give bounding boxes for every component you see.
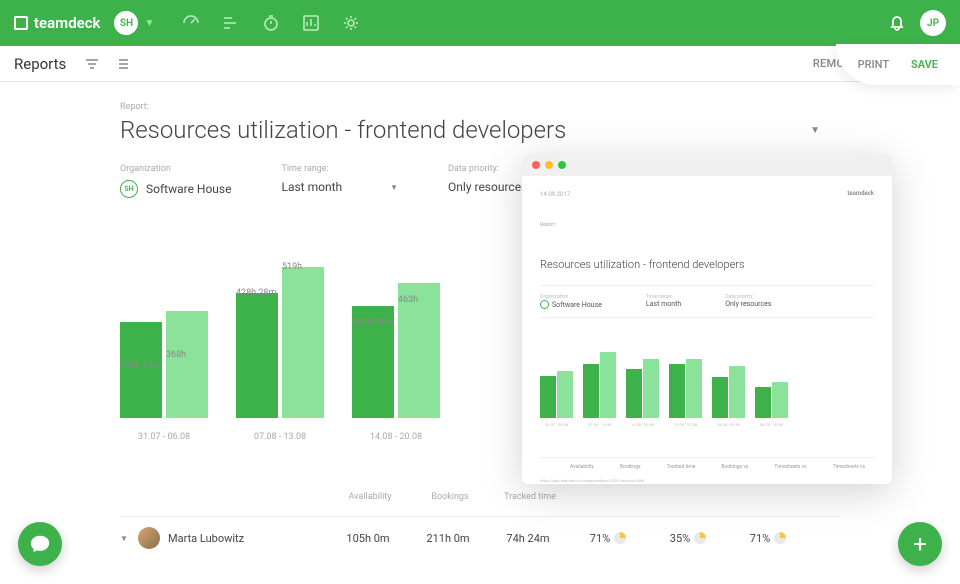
brand-name: teamdeck xyxy=(34,14,100,32)
chart-icon[interactable] xyxy=(302,14,320,32)
filter-label: Time range: xyxy=(281,164,398,174)
td-pct1: 71% xyxy=(568,532,648,545)
pie-icon xyxy=(694,532,706,544)
th-bookings: Bookings xyxy=(410,492,490,502)
save-menu: PRINT SAVE xyxy=(836,44,960,85)
nav-icons xyxy=(182,14,360,32)
logo-icon xyxy=(14,16,28,30)
bell-icon[interactable] xyxy=(888,14,906,32)
preview-body: 14.09.2017 teamdeck Report: Resources ut… xyxy=(522,176,892,497)
td-availability: 105h 0m xyxy=(328,532,408,545)
pie-icon xyxy=(614,532,626,544)
top-bar: teamdeck SH ▼ JP xyxy=(0,0,960,46)
sub-bar: Reports REMOVE EDIT REPORT xyxy=(0,46,960,82)
chevron-down-icon[interactable]: ▼ xyxy=(810,125,820,136)
filter-organization[interactable]: Organization SH Software House xyxy=(120,164,231,198)
org-badge[interactable]: SH xyxy=(114,11,138,35)
report-title-row[interactable]: Resources utilization - frontend develop… xyxy=(120,116,840,144)
xaxis-label: 31.07 - 06.08 xyxy=(120,432,208,442)
pv-brand: teamdeck xyxy=(847,190,874,197)
table-row[interactable]: ▼ Marta Lubowitz 105h 0m 211h 0m 74h 24m… xyxy=(120,516,840,549)
th-availability: Availability xyxy=(330,492,410,502)
bar-dark xyxy=(236,293,278,418)
filter-datapriority[interactable]: Data priority: Only resources xyxy=(448,164,527,198)
window-titlebar[interactable] xyxy=(522,154,892,176)
list-icon[interactable] xyxy=(114,56,130,72)
save-button[interactable]: SAVE xyxy=(911,58,938,71)
brand-logo[interactable]: teamdeck xyxy=(14,14,100,32)
add-button[interactable]: + xyxy=(898,522,942,566)
report-label: Report: xyxy=(120,102,840,112)
filter-timerange[interactable]: Time range: Last month ▼ xyxy=(281,164,398,198)
pv-url: https://app.teamdeck.io/organizations/20… xyxy=(540,478,874,483)
org-value: Software House xyxy=(146,182,231,196)
filter-label: Data priority: xyxy=(448,164,527,174)
bar-group: 330h 20m368h xyxy=(120,311,208,418)
bar-light xyxy=(166,311,208,418)
chat-button[interactable] xyxy=(18,522,62,566)
pv-title: Resources utilization - frontend develop… xyxy=(540,258,874,271)
settings-icon[interactable] xyxy=(342,14,360,32)
print-preview-window: 14.09.2017 teamdeck Report: Resources ut… xyxy=(522,154,892,484)
filter-icon[interactable] xyxy=(84,56,100,72)
pv-report-label: Report: xyxy=(540,222,874,228)
bar-light xyxy=(282,267,324,418)
timerange-value: Last month xyxy=(281,180,342,194)
chevron-down-icon[interactable]: ▼ xyxy=(120,534,138,543)
preview-xaxis: 31.07 - 06.0807.08 - 13.0814.08 - 20.082… xyxy=(540,422,874,427)
chevron-down-icon[interactable]: ▼ xyxy=(144,18,154,29)
td-pct2: 35% xyxy=(648,532,728,545)
pie-icon xyxy=(774,532,786,544)
bar-group: 383h 36m463h xyxy=(352,283,440,418)
avatar xyxy=(138,527,160,549)
xaxis-label: 07.08 - 13.08 xyxy=(236,432,324,442)
person-name: Marta Lubowitz xyxy=(168,532,328,545)
bar-group: 428h 28m519h xyxy=(236,267,324,418)
preview-chart xyxy=(540,338,874,418)
xaxis-label: 14.08 - 20.08 xyxy=(352,432,440,442)
minimize-dot[interactable] xyxy=(545,161,553,169)
filter-label: Organization xyxy=(120,164,231,174)
td-pct3: 71% xyxy=(728,532,808,545)
chevron-down-icon: ▼ xyxy=(390,183,398,192)
gantt-icon[interactable] xyxy=(222,14,240,32)
timer-icon[interactable] xyxy=(262,14,280,32)
page-title: Reports xyxy=(14,55,66,73)
preview-table-header: AvailabilityBookingsTracked timeBookings… xyxy=(540,457,874,470)
td-bookings: 211h 0m xyxy=(408,532,488,545)
print-button[interactable]: PRINT xyxy=(858,58,889,71)
datapriority-value: Only resources xyxy=(448,180,527,194)
maximize-dot[interactable] xyxy=(558,161,566,169)
org-circle: SH xyxy=(120,180,138,198)
user-badge[interactable]: JP xyxy=(920,10,946,36)
report-title: Resources utilization - frontend develop… xyxy=(120,116,566,144)
close-dot[interactable] xyxy=(532,161,540,169)
td-tracked: 74h 24m xyxy=(488,532,568,545)
pv-date: 14.09.2017 xyxy=(540,191,570,198)
dashboard-icon[interactable] xyxy=(182,14,200,32)
